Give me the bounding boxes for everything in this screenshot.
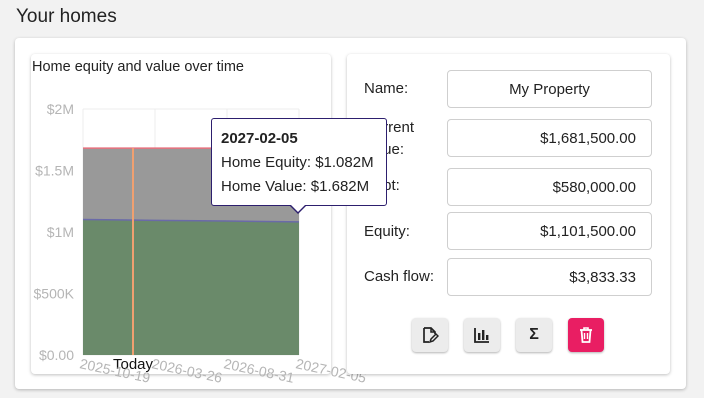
x-tick-label: 2026-08-31 <box>222 355 296 386</box>
y-tick-label: $0.00 <box>39 347 74 363</box>
delete-button[interactable] <box>568 318 604 352</box>
y-tick-label: $1M <box>47 224 74 240</box>
cashflow-field-value: $3,833.33 <box>569 268 636 286</box>
home-card: Home equity and value over time $0.00 $50… <box>15 38 686 389</box>
trash-icon <box>580 327 592 343</box>
tooltip-value: Home Value: $1.682M <box>221 178 370 195</box>
bar-chart-icon <box>474 328 489 343</box>
debt-field[interactable]: $580,000.00 <box>447 168 652 206</box>
cashflow-label: Cash flow: <box>364 268 435 285</box>
equity-field[interactable]: $1,101,500.00 <box>447 212 652 250</box>
name-field[interactable]: My Property <box>447 70 652 108</box>
current-value-field-value: $1,681,500.00 <box>540 129 636 147</box>
edit-document-icon <box>423 327 439 344</box>
chart-button[interactable] <box>464 318 500 352</box>
debt-field-value: $580,000.00 <box>552 178 636 196</box>
chart-tooltip: 2027-02-05 Home Equity: $1.082M Home Val… <box>211 118 387 206</box>
equity-label: Equity: <box>364 223 410 240</box>
y-tick-label: $2M <box>47 101 74 117</box>
y-tick-label: $500K <box>34 286 75 302</box>
sum-button[interactable]: Σ <box>516 318 552 352</box>
home-equity-area <box>83 219 299 355</box>
y-tick-label: $1.5M <box>35 163 74 179</box>
x-tick-label: 2026-03-26 <box>150 355 224 386</box>
tooltip-date: 2027-02-05 <box>221 130 298 147</box>
tooltip-arrow-fill <box>290 204 306 212</box>
name-label: Name: <box>364 80 409 97</box>
cashflow-field[interactable]: $3,833.33 <box>447 258 652 296</box>
name-field-value: My Property <box>509 80 590 98</box>
sigma-icon: Σ <box>529 326 539 343</box>
edit-button[interactable] <box>412 318 448 352</box>
chart-card: Home equity and value over time $0.00 $50… <box>31 54 368 386</box>
tooltip-equity: Home Equity: $1.082M <box>221 154 374 171</box>
property-form: Name: My Property Current value: $1,681,… <box>347 54 670 374</box>
current-value-field[interactable]: $1,681,500.00 <box>447 119 652 157</box>
equity-field-value: $1,101,500.00 <box>540 222 636 240</box>
